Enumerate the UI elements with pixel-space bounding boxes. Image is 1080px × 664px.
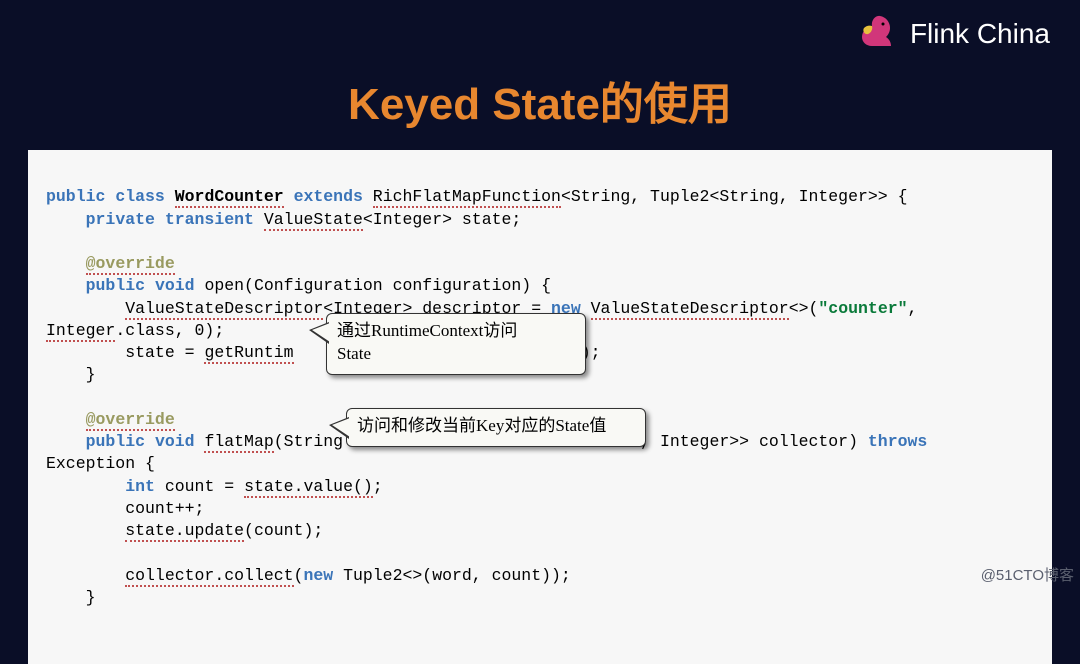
callout-runtime-context: 通过RuntimeContext访问 State bbox=[326, 313, 586, 375]
watermark: @51CTO博客 bbox=[981, 564, 1074, 585]
code-block: public class WordCounter extends RichFla… bbox=[28, 150, 1052, 664]
callout-key-state: 访问和修改当前Key对应的State值 bbox=[346, 408, 646, 447]
brand-name: Flink China bbox=[910, 18, 1050, 50]
page-title: Keyed State的使用 bbox=[0, 68, 1080, 132]
squirrel-icon bbox=[850, 10, 898, 58]
